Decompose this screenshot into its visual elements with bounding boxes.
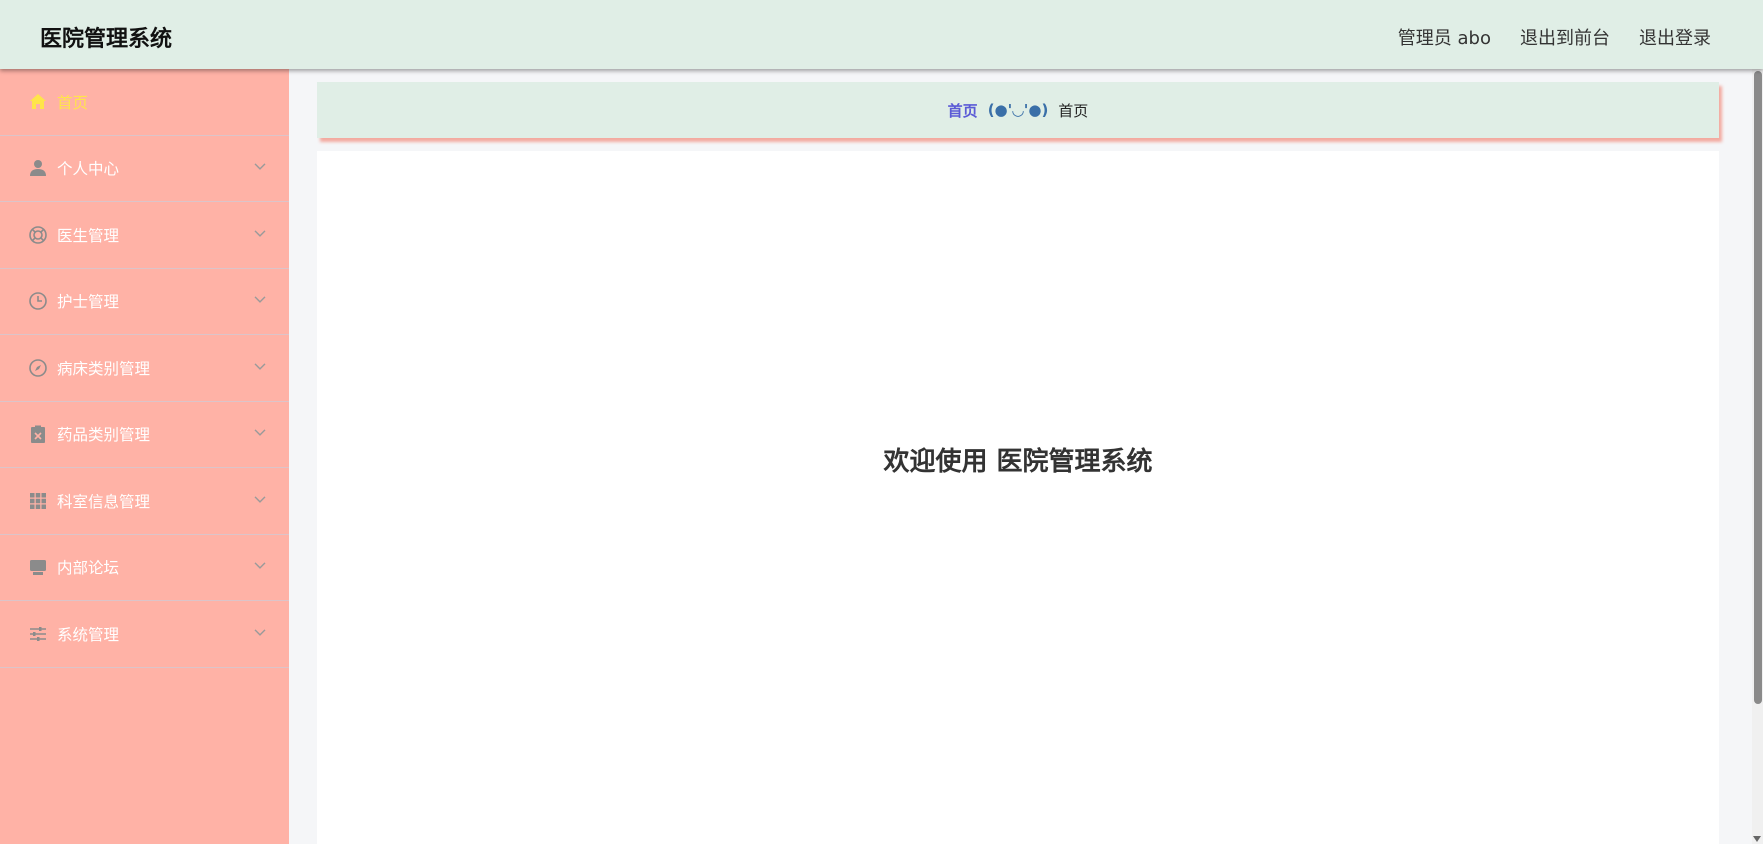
chevron-down-icon xyxy=(254,562,266,570)
sidebar-item-drug-category-management[interactable]: 药品类别管理 xyxy=(0,402,289,468)
chevron-down-icon xyxy=(254,496,266,503)
sidebar-item-label: 个人中心 xyxy=(57,160,120,179)
chevron-down-icon xyxy=(254,296,266,304)
sidebar-item-system-management[interactable]: 系统管理 xyxy=(0,601,289,668)
sidebar-item-personal-center[interactable]: 个人中心 xyxy=(0,136,289,202)
welcome-heading: 欢迎使用 医院管理系统 xyxy=(883,447,1153,477)
exit-to-frontend-link[interactable]: 退出到前台 xyxy=(1520,24,1610,50)
chevron-down-icon xyxy=(254,163,266,171)
sidebar-item-label: 首页 xyxy=(57,93,89,112)
sidebar-item-label: 病床类别管理 xyxy=(57,359,151,378)
scroll-down-arrow-icon[interactable] xyxy=(1753,836,1761,842)
lifebuoy-icon xyxy=(29,225,47,244)
sidebar-item-label: 系统管理 xyxy=(57,625,120,644)
breadcrumb-current: 首页 xyxy=(1058,101,1089,120)
top-header: 医院管理系统 管理员 abo 退出到前台 退出登录 xyxy=(0,0,1763,69)
main-content: 首页 (●'◡'●) 首页 欢迎使用 医院管理系统 xyxy=(289,69,1752,844)
sidebar-item-internal-forum[interactable]: 内部论坛 xyxy=(0,535,289,601)
sidebar-item-home[interactable]: 首页 xyxy=(0,69,289,136)
sidebar-item-label: 医生管理 xyxy=(57,226,120,245)
sidebar-item-label: 药品类别管理 xyxy=(57,426,151,445)
header-actions: 管理员 abo 退出到前台 退出登录 xyxy=(1398,24,1711,50)
breadcrumb-separator: (●'◡'●) xyxy=(987,101,1049,119)
content-card: 欢迎使用 医院管理系统 xyxy=(317,151,1719,844)
monitor-icon xyxy=(30,560,46,576)
sidebar-item-doctor-management[interactable]: 医生管理 xyxy=(0,202,289,269)
logout-link[interactable]: 退出登录 xyxy=(1639,24,1711,50)
app-title: 医院管理系统 xyxy=(40,27,173,52)
breadcrumb: 首页 (●'◡'●) 首页 xyxy=(317,82,1719,138)
sidebar-item-label: 内部论坛 xyxy=(57,559,120,578)
sidebar-item-department-info-management[interactable]: 科室信息管理 xyxy=(0,468,289,535)
grid-icon xyxy=(30,492,46,509)
page-scrollbar[interactable] xyxy=(1752,69,1763,844)
sidebar-item-label: 护士管理 xyxy=(57,293,120,312)
sidebar-item-nurse-management[interactable]: 护士管理 xyxy=(0,269,289,335)
home-icon xyxy=(30,93,46,109)
sidebar-menu: 首页 个人中心 医生管理 护士管理 病床类别管理 药品类别管理 科室信息管理 内… xyxy=(0,69,289,844)
clipboard-x-icon xyxy=(31,425,45,444)
scrollbar-thumb[interactable] xyxy=(1754,71,1762,704)
clock-icon xyxy=(29,292,47,311)
user-icon xyxy=(30,160,46,177)
sidebar-item-bed-category-management[interactable]: 病床类别管理 xyxy=(0,335,289,402)
breadcrumb-home-link[interactable]: 首页 xyxy=(948,100,978,121)
chevron-down-icon xyxy=(254,363,266,370)
compass-icon xyxy=(29,358,47,377)
chevron-down-icon xyxy=(254,429,266,437)
chevron-down-icon xyxy=(254,629,266,636)
sidebar-item-label: 科室信息管理 xyxy=(57,492,151,511)
sliders-icon xyxy=(30,626,46,641)
admin-user-label: 管理员 abo xyxy=(1397,28,1491,49)
chevron-down-icon xyxy=(254,230,266,237)
